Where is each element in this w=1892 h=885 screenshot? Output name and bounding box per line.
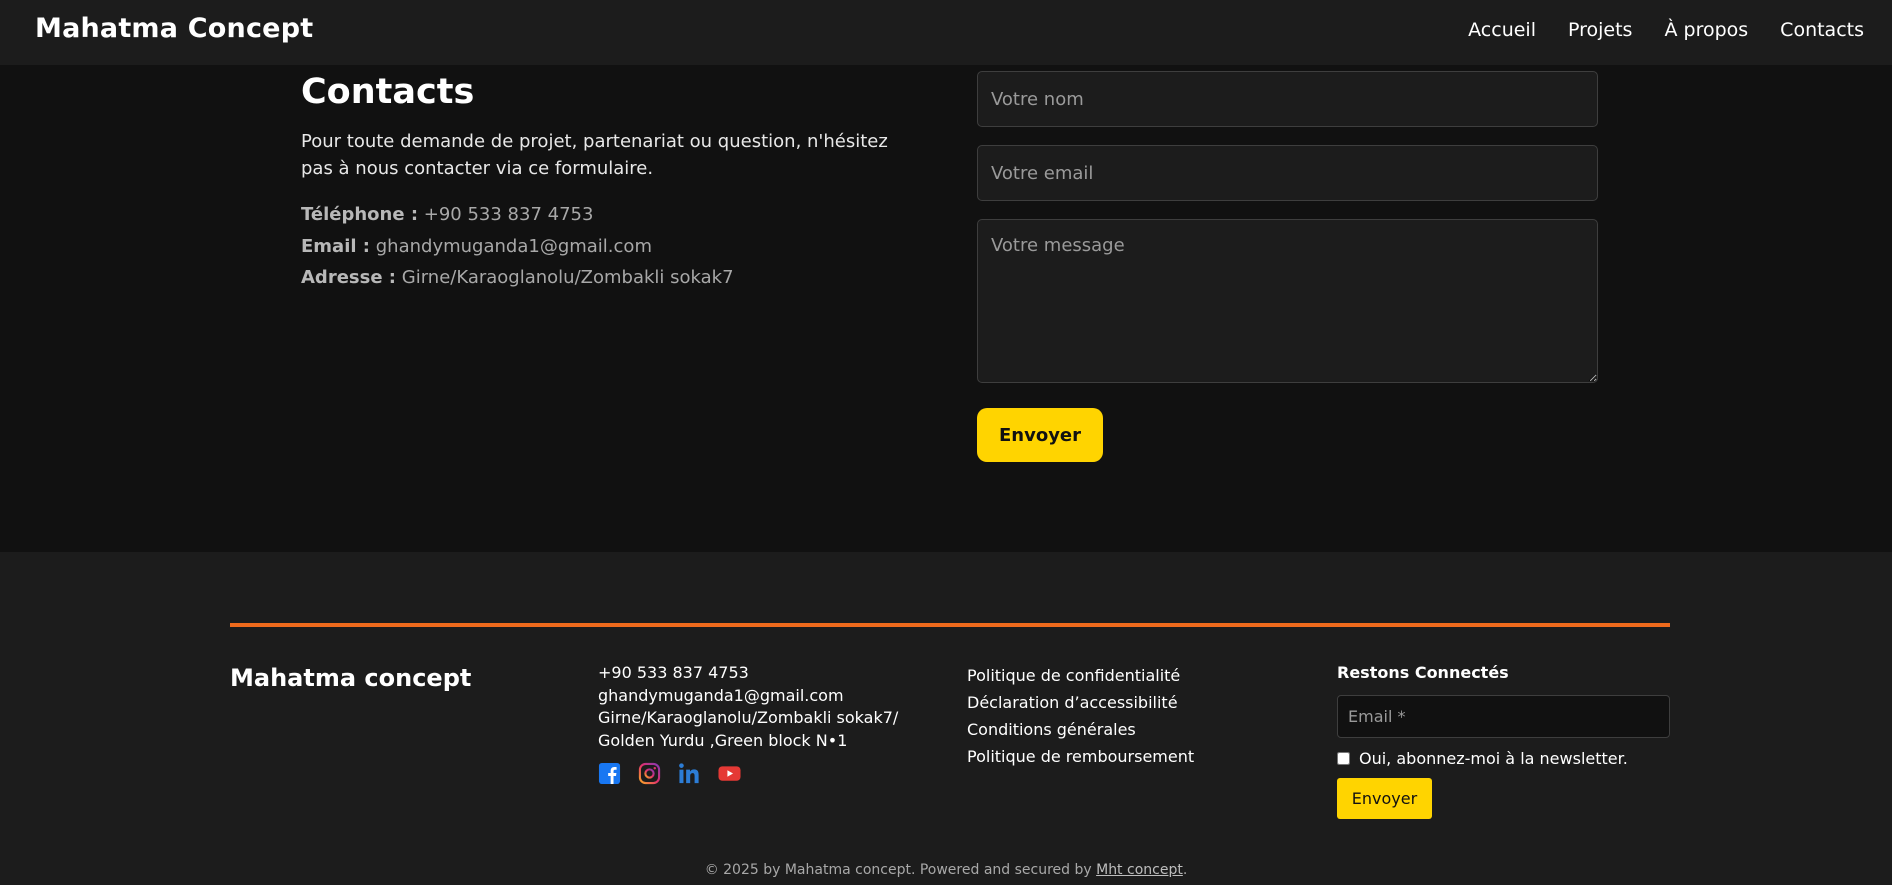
footer-legal-links: Politique de confidentialité Déclaration… [967,662,1194,770]
phone-row: Téléphone : +90 533 837 4753 [301,199,734,231]
social-links [598,762,741,785]
copyright-text: © 2025 by Mahatma concept. Powered and s… [0,862,1892,878]
newsletter-checkbox[interactable] [1337,752,1350,765]
phone-value: +90 533 837 4753 [423,204,594,225]
newsletter-title: Restons Connectés [1337,663,1509,682]
email-row: Email : ghandymuganda1@gmail.com [301,231,734,263]
address-row: Adresse : Girne/Karaoglanolu/Zombakli so… [301,262,734,294]
send-button[interactable]: Envoyer [977,408,1103,462]
linkedin-icon[interactable] [678,762,701,785]
copyright-link[interactable]: Mht concept [1096,862,1183,878]
email-value: ghandymuganda1@gmail.com [375,235,652,257]
page-title: Contacts [301,72,475,112]
facebook-icon[interactable] [598,762,621,785]
newsletter-email-input[interactable] [1337,695,1670,738]
link-accessibility[interactable]: Déclaration d’accessibilité [967,689,1194,716]
site-footer: Mahatma concept +90 533 837 4753 ghandym… [0,552,1892,885]
link-refund-policy[interactable]: Politique de remboursement [967,743,1194,770]
address-value: Girne/Karaoglanolu/Zombakli sokak7 [401,267,734,288]
address-label: Adresse : [301,267,397,288]
site-logo-text[interactable]: Mahatma Concept [35,13,313,44]
footer-email: ghandymuganda1@gmail.com [598,685,844,705]
contact-intro-text: Pour toute demande de projet, partenaria… [301,131,888,179]
nav-link-a-propos[interactable]: À propos [1664,19,1748,41]
youtube-icon[interactable] [718,762,741,785]
contact-section: Contacts Pour toute demande de projet, p… [0,65,1892,552]
contact-details: Téléphone : +90 533 837 4753 Email : gha… [301,199,734,294]
newsletter-consent: Oui, abonnez-moi à la newsletter. [1337,749,1628,768]
email-label: Email : [301,235,371,257]
newsletter-checkbox-label[interactable]: Oui, abonnez-moi à la newsletter. [1359,749,1628,768]
footer-contact-block: +90 533 837 4753 ghandymuganda1@gmail.co… [598,662,898,752]
link-terms[interactable]: Conditions générales [967,716,1194,743]
link-privacy-policy[interactable]: Politique de confidentialité [967,662,1194,689]
footer-address-line2: Golden Yurdu ,Green block N•1 [598,730,848,750]
message-textarea[interactable] [977,219,1598,383]
copyright-suffix: . [1182,862,1188,878]
nav-link-accueil[interactable]: Accueil [1468,19,1536,41]
email-input[interactable] [977,145,1598,201]
footer-phone: +90 533 837 4753 [598,663,749,682]
copyright-prefix: © 2025 by Mahatma concept. Powered and s… [704,862,1097,878]
footer-divider [230,623,1670,627]
name-input[interactable] [977,71,1598,127]
newsletter-submit-button[interactable]: Envoyer [1337,778,1432,819]
instagram-icon[interactable] [638,762,661,785]
nav-link-contacts[interactable]: Contacts [1780,19,1864,41]
footer-address-line1: Girne/Karaoglanolu/Zombakli sokak7/ [598,708,899,727]
phone-label: Téléphone : [301,204,419,225]
nav-link-projets[interactable]: Projets [1568,19,1632,41]
main-nav: Accueil Projets À propos Contacts [1468,19,1864,41]
footer-brand: Mahatma concept [230,664,472,692]
top-navbar: Mahatma Concept Accueil Projets À propos… [0,0,1892,65]
